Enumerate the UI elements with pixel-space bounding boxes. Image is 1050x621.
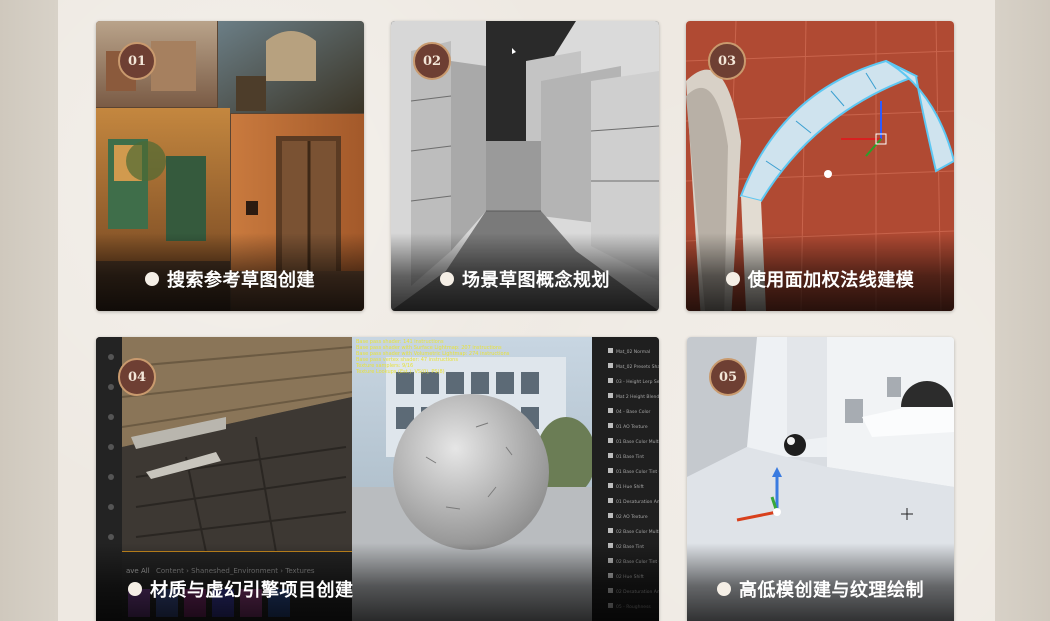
card-caption-text: 材质与虚幻引擎项目创建 xyxy=(150,580,354,601)
card-caption-text: 使用面加权法线建模 xyxy=(747,270,915,291)
param-checkbox[interactable] xyxy=(608,528,613,533)
course-card-04[interactable]: ave All Content › Shaneshed_Environment … xyxy=(96,337,659,621)
param-checkbox[interactable] xyxy=(608,393,613,398)
bullet-dot-icon xyxy=(440,272,454,286)
bullet-dot-icon xyxy=(717,582,731,596)
param-checkbox[interactable] xyxy=(608,498,613,503)
param-checkbox[interactable] xyxy=(608,363,613,368)
param-checkbox[interactable] xyxy=(608,483,613,488)
param-label: Mat 2 Height Blend Co xyxy=(616,394,659,400)
shader-stat-line: Texture Lookups (Est.): VS(0), PS(8) xyxy=(355,369,445,375)
param-checkbox[interactable] xyxy=(608,348,613,353)
param-label: 01 Base Color Tint Op xyxy=(616,469,659,475)
card-caption: 使用面加权法线建模 xyxy=(686,266,954,292)
param-label: 01 Hue Shift xyxy=(616,484,644,490)
param-label: 01 Base Tint xyxy=(616,454,644,460)
param-label: Mat_02 Presets Shape xyxy=(616,364,659,370)
param-label: 03 - Height Lerp Settings xyxy=(616,379,659,385)
param-checkbox[interactable] xyxy=(608,468,613,473)
param-checkbox[interactable] xyxy=(608,513,613,518)
param-checkbox[interactable] xyxy=(608,408,613,413)
param-checkbox[interactable] xyxy=(608,378,613,383)
bullet-dot-icon xyxy=(725,272,740,286)
card-caption-text: 场景草图概念规划 xyxy=(462,270,610,291)
param-checkbox[interactable] xyxy=(608,423,613,428)
bullet-dot-icon xyxy=(145,272,159,286)
page-margin-right xyxy=(992,0,1050,621)
card-caption: 搜索参考草图创建 xyxy=(96,266,364,292)
step-badge: 03 xyxy=(708,42,746,80)
step-badge: 04 xyxy=(118,358,156,396)
card-caption: 材质与虚幻引擎项目创建 xyxy=(128,576,354,602)
card-caption-text: 高低模创建与纹理绘制 xyxy=(739,580,924,601)
param-checkbox[interactable] xyxy=(608,438,613,443)
course-card-03[interactable]: 03 使用面加权法线建模 xyxy=(686,21,954,311)
card-caption: 高低模创建与纹理绘制 xyxy=(687,576,954,602)
param-label: 01 Base Color Multip xyxy=(616,439,659,445)
param-label: 04 - Base Color xyxy=(616,409,650,415)
card-caption: 场景草图概念规划 xyxy=(391,266,659,292)
param-label: 01 Desaturation Amou xyxy=(616,499,659,505)
card-caption-text: 搜索参考草图创建 xyxy=(167,270,315,291)
step-badge: 01 xyxy=(118,42,156,80)
page-margin-left xyxy=(0,0,58,621)
bullet-dot-icon xyxy=(128,582,142,596)
param-label: 02 AO Texture xyxy=(616,514,648,520)
course-card-02[interactable]: 02 场景草图概念规划 xyxy=(391,21,659,311)
step-badge: 05 xyxy=(709,358,747,396)
param-label: 02 Base Color Multip xyxy=(616,529,659,535)
course-card-01[interactable]: 01 搜索参考草图创建 xyxy=(96,21,364,311)
param-label: 01 AO Texture xyxy=(616,424,648,430)
step-badge: 02 xyxy=(413,42,451,80)
course-card-05[interactable]: 05 高低模创建与纹理绘制 xyxy=(687,337,954,621)
param-checkbox[interactable] xyxy=(608,453,613,458)
param-label: Mat_02 Normal xyxy=(616,349,650,355)
